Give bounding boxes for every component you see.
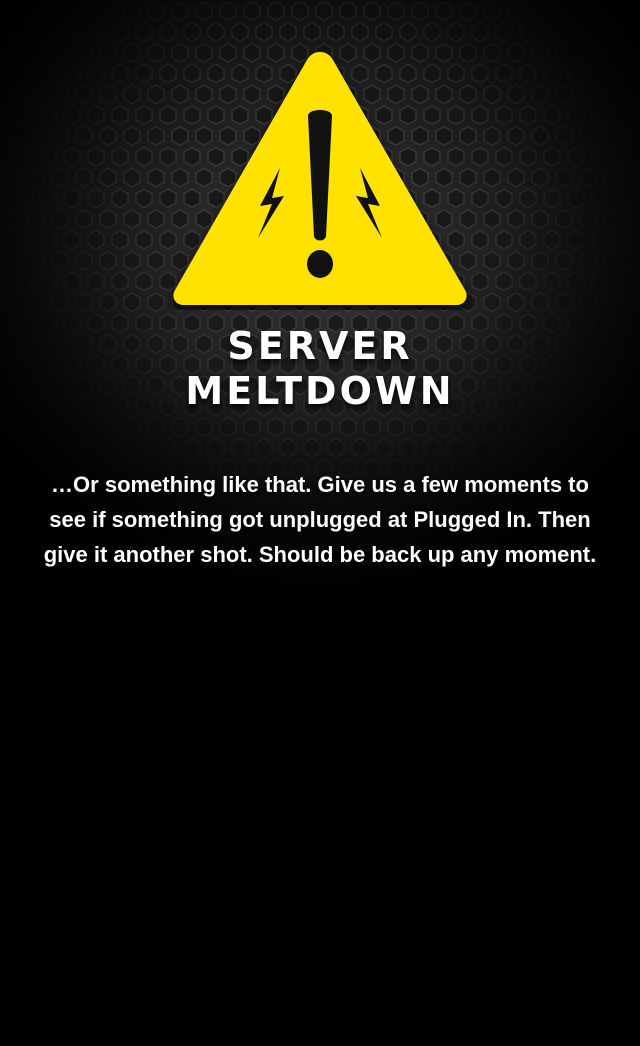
error-screen: SERVER MELTDOWN …Or something like that.… <box>0 0 640 1046</box>
title-line-2: MELTDOWN <box>185 369 455 413</box>
error-message: …Or something like that. Give us a few m… <box>43 472 597 567</box>
warning-triangle-icon <box>173 52 467 305</box>
title-line-1: SERVER <box>227 324 413 368</box>
